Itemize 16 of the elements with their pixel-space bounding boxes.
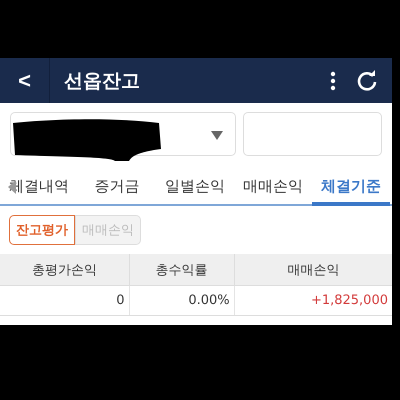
caret-icon <box>211 131 223 140</box>
column-header: 총수익률 <box>129 254 234 286</box>
column-header: 매매손익 <box>234 254 392 286</box>
table-cell: +1,825,000 <box>234 286 392 316</box>
tab[interactable]: 체결기준 <box>312 170 390 206</box>
table-cell: 0 <box>0 286 130 316</box>
tab[interactable]: 증거금 <box>78 170 156 206</box>
input-field[interactable] <box>243 112 382 156</box>
table-cell: 0.00% <box>129 286 234 316</box>
left-arrow-icon[interactable] <box>8 180 16 194</box>
segment-button[interactable]: 잔고평가 <box>9 215 75 245</box>
refresh-icon[interactable] <box>356 70 378 92</box>
tab[interactable]: 일별손익 <box>156 170 234 206</box>
screen-title: 선옵잔고 <box>64 68 141 94</box>
tab[interactable]: 매매손익 <box>234 170 312 206</box>
column-header: 총평가손익 <box>0 254 130 286</box>
